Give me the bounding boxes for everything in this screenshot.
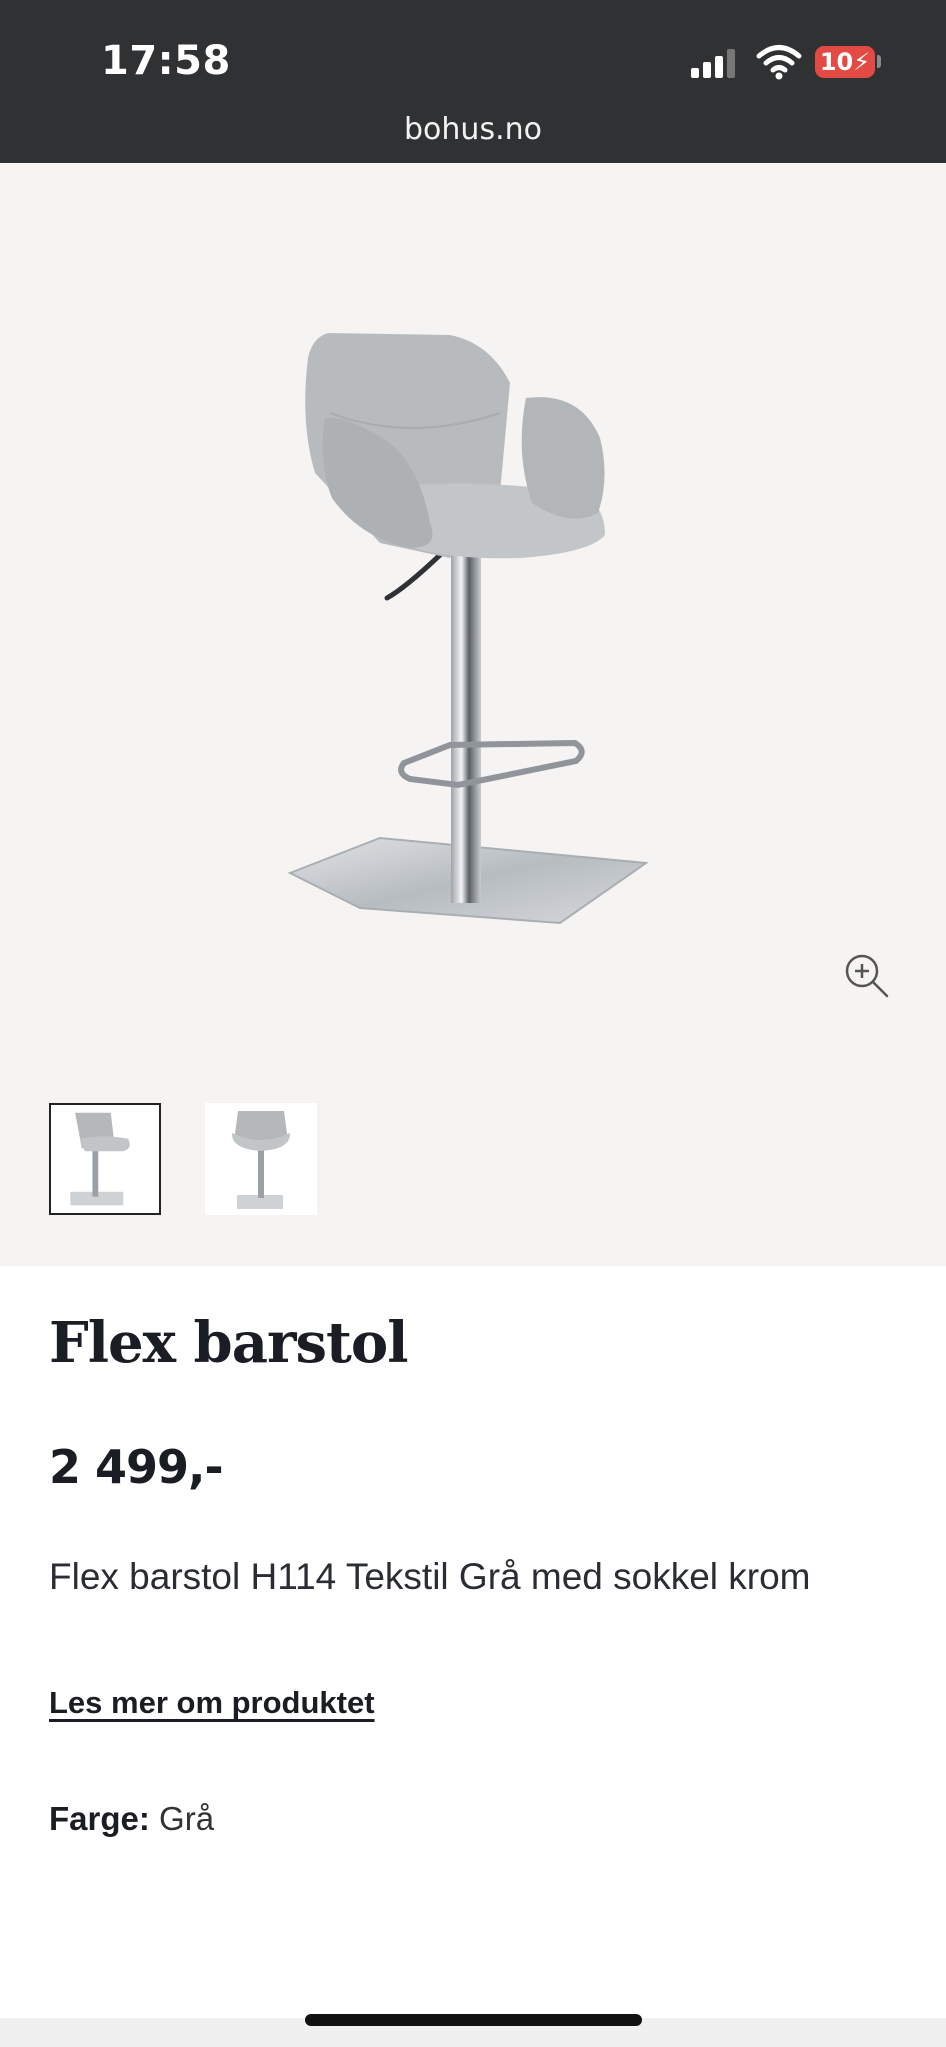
battery-level: 10 [819,48,854,76]
product-image[interactable] [270,273,670,973]
signal-icon [691,48,739,78]
color-label: Farge: [49,1800,150,1837]
product-gallery [0,163,946,1266]
color-row: Farge: Grå [49,1800,214,1838]
address-bar-url[interactable]: bohus.no [0,112,946,147]
wifi-icon [756,45,802,80]
status-bar: 17:58 10⚡ bohus.no [0,0,946,163]
battery-icon: 10⚡ [815,46,875,78]
charging-bolt-icon: ⚡ [853,48,871,76]
home-indicator[interactable] [305,2014,642,2026]
zoom-icon[interactable] [842,951,894,1003]
product-price: 2 499,- [49,1440,224,1494]
thumbnail-image [70,1112,130,1206]
gallery-thumbnail-1[interactable] [49,1103,161,1215]
read-more-link[interactable]: Les mer om produktet [49,1685,375,1721]
color-value: Grå [159,1800,215,1837]
battery-tip [877,55,881,68]
status-time: 17:58 [101,38,231,84]
thumbnail-image [231,1111,291,1209]
product-title: Flex barstol [49,1310,409,1376]
gallery-thumbnail-2[interactable] [205,1103,317,1215]
product-description: Flex barstol H114 Tekstil Grå med sokkel… [49,1556,811,1597]
